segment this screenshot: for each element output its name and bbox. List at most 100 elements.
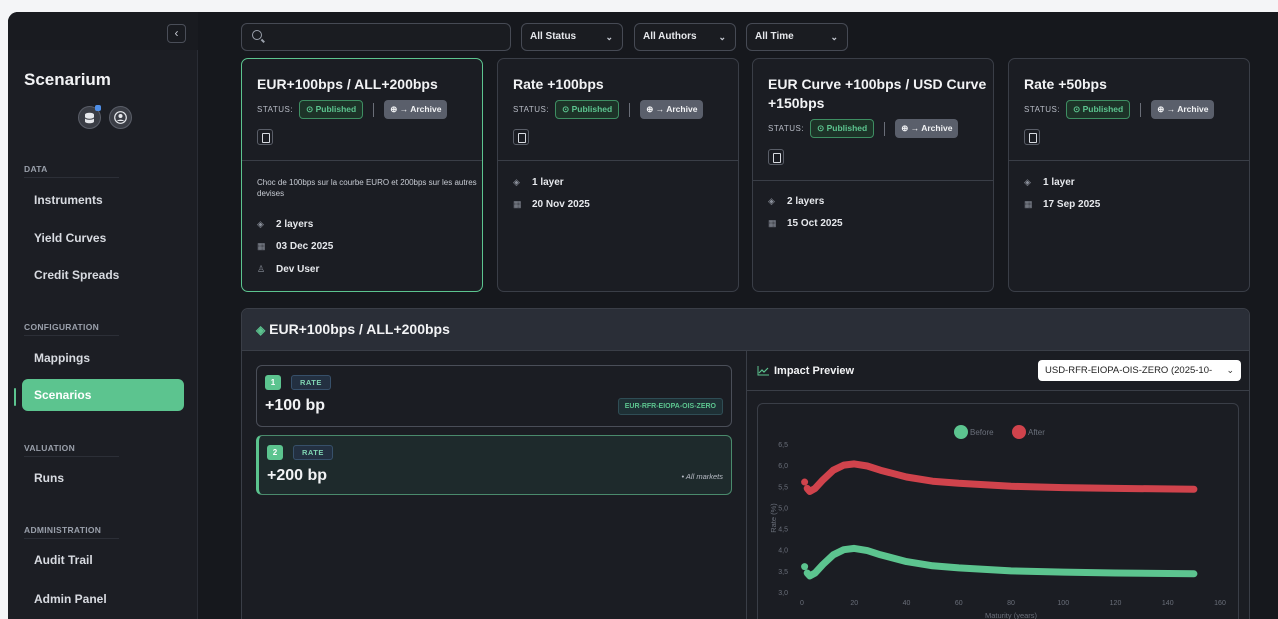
sidebar-item-runs[interactable]: Runs (22, 462, 184, 494)
archive-button[interactable]: ⊕ → Archive (1151, 100, 1215, 119)
app-brand: Scenarium (24, 70, 111, 89)
scenario-card[interactable]: Rate +100bps STATUS: ⊙ Published ⊕ → Arc… (497, 58, 739, 292)
copy-icon[interactable] (768, 149, 784, 165)
x-axis-label: Maturity (years) (985, 611, 1038, 619)
layer-shift: +100 bp (265, 397, 326, 414)
chevron-down-icon: ⌄ (718, 32, 726, 42)
x-tick-label: 100 (1057, 600, 1069, 607)
scenario-title: EUR Curve +100bps / USD Curve +150bps (768, 76, 987, 111)
layers-count: ◈ 2 layers (257, 219, 313, 230)
status-badge-label: Published (571, 104, 613, 114)
layer-type-badge: RATE (293, 445, 333, 460)
y-tick-label: 4,0 (778, 548, 788, 555)
archive-button-label: → Archive (399, 104, 442, 114)
status-row: STATUS: ⊙ Published ⊕ → Archive (513, 100, 704, 119)
layers-count-label: 2 layers (276, 219, 314, 230)
x-tick-label: 0 (800, 600, 804, 607)
impact-header: Impact Preview USD-RFR-EIOPA-OIS-ZERO (2… (747, 351, 1249, 391)
divider (629, 102, 631, 117)
status-label: STATUS: (768, 124, 805, 133)
curve-select[interactable]: USD-RFR-EIOPA-OIS-ZERO (2025-10- ⌄ (1038, 360, 1241, 381)
layer-number: 2 (267, 445, 283, 460)
status-filter-dropdown[interactable]: All Status ⌄ (521, 23, 623, 51)
status-badge: ⊙ Published (299, 100, 364, 119)
sidebar-icon-group (78, 105, 132, 129)
status-row: STATUS: ⊙ Published ⊕ → Archive (768, 119, 959, 138)
archive-button[interactable]: ⊕ → Archive (640, 100, 704, 119)
sidebar: ‹ Scenarium DATA Instruments Yield Curve… (8, 12, 198, 619)
scenario-title: Rate +100bps (513, 76, 604, 92)
card-divider (753, 180, 993, 181)
user-avatar-icon[interactable] (109, 106, 132, 129)
app-window: ‹ Scenarium DATA Instruments Yield Curve… (8, 12, 1278, 619)
sidebar-item-yield-curves[interactable]: Yield Curves (22, 222, 184, 254)
layer-target-text: All markets (685, 472, 723, 481)
scenario-card[interactable]: EUR Curve +100bps / USD Curve +150bps ST… (752, 58, 994, 292)
y-tick-label: 3,5 (778, 569, 788, 576)
y-axis-label: Rate (%) (769, 503, 778, 533)
impact-preview-panel: Impact Preview USD-RFR-EIOPA-OIS-ZERO (2… (746, 351, 1249, 619)
sidebar-item-credit-spreads[interactable]: Credit Spreads (22, 259, 184, 291)
x-tick-label: 140 (1162, 600, 1174, 607)
sidebar-item-instruments[interactable]: Instruments (22, 184, 184, 216)
line-chart-icon (757, 366, 769, 376)
created-date: ▦ 20 Nov 2025 (513, 199, 590, 210)
impact-title-text: Impact Preview (774, 365, 855, 377)
y-tick-label: 3,0 (778, 590, 788, 597)
copy-icon[interactable] (513, 129, 529, 145)
impact-title: Impact Preview (757, 365, 854, 377)
layers-icon: ◈ (513, 177, 520, 187)
archive-button[interactable]: ⊕ → Archive (895, 119, 959, 138)
layer-item[interactable]: 1 RATE +100 bp EUR-RFR-EIOPA-OIS-ZERO (256, 365, 732, 427)
calendar-icon: ▦ (768, 218, 777, 228)
card-divider (498, 160, 738, 161)
x-tick-label: 60 (955, 600, 963, 607)
layers-icon: ◈ (1024, 177, 1031, 187)
sidebar-item-admin-panel[interactable]: Admin Panel (22, 583, 184, 615)
data-point-after (801, 478, 809, 486)
layers-icon: ◈ (257, 219, 264, 229)
database-icon[interactable] (78, 105, 101, 129)
sidebar-item-audit-trail[interactable]: Audit Trail (22, 544, 184, 576)
legend-marker-after (1012, 425, 1026, 439)
scenario-title: EUR+100bps / ALL+200bps (257, 76, 438, 92)
sidebar-item-scenarios[interactable]: Scenarios (22, 379, 184, 411)
card-divider (1009, 160, 1249, 161)
data-point-before (801, 563, 809, 571)
section-divider (24, 538, 119, 539)
section-divider (24, 335, 119, 336)
layer-target-label: • All markets (681, 472, 723, 481)
active-indicator (14, 388, 16, 406)
y-tick-label: 6,5 (778, 442, 788, 449)
sidebar-item-mappings[interactable]: Mappings (22, 342, 184, 374)
copy-icon[interactable] (1024, 129, 1040, 145)
detail-header: ◈ EUR+100bps / ALL+200bps (242, 309, 1249, 351)
archive-button[interactable]: ⊕ → Archive (384, 100, 448, 119)
legend-label-before: Before (970, 428, 994, 437)
scenario-card[interactable]: Rate +50bps STATUS: ⊙ Published ⊕ → Arch… (1008, 58, 1250, 292)
status-badge-label: Published (1082, 104, 1124, 114)
layers-count: ◈ 1 layer (1024, 177, 1075, 188)
authors-filter-dropdown[interactable]: All Authors ⌄ (634, 23, 736, 51)
status-label: STATUS: (1024, 105, 1061, 114)
time-filter-dropdown[interactable]: All Time ⌄ (746, 23, 848, 51)
scenario-card[interactable]: EUR+100bps / ALL+200bps STATUS: ⊙ Publis… (241, 58, 483, 292)
archive-button-label: → Archive (1166, 104, 1209, 114)
layer-item[interactable]: 2 RATE +200 bp • All markets (256, 435, 732, 495)
y-tick-label: 5,5 (778, 484, 788, 491)
status-badge-label: Published (826, 123, 868, 133)
layer-shift: +200 bp (267, 467, 328, 484)
search-box[interactable] (241, 23, 511, 51)
status-row: STATUS: ⊙ Published ⊕ → Archive (257, 100, 448, 119)
status-row: STATUS: ⊙ Published ⊕ → Archive (1024, 100, 1215, 119)
author: ♙ Dev User (257, 264, 319, 275)
y-tick-label: 5,0 (778, 505, 788, 512)
copy-icon[interactable] (257, 129, 273, 145)
search-input[interactable] (270, 29, 500, 45)
divider (1140, 102, 1142, 117)
collapse-sidebar-button[interactable]: ‹ (167, 24, 186, 43)
layer-number: 1 (265, 375, 281, 390)
section-title-administration: ADMINISTRATION (24, 525, 102, 535)
status-filter-value: All Status (530, 31, 577, 42)
layers-count: ◈ 2 layers (768, 196, 824, 207)
